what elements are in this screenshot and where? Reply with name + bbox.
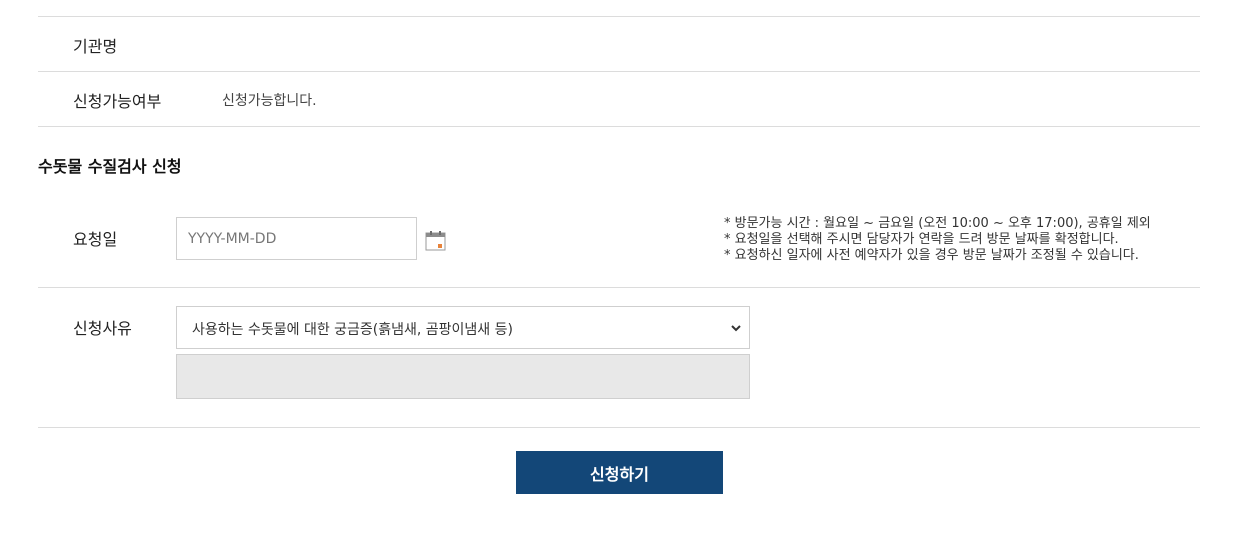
agency-label: 기관명: [73, 37, 118, 56]
section-title: 수돗물 수질검사 신청: [38, 157, 182, 176]
divider-agency: [38, 71, 1200, 72]
availability-value: 신청가능합니다.: [222, 93, 317, 109]
visit-notes: * 방문가능 시간 : 월요일 ~ 금요일 (오전 10:00 ~ 오후 17:…: [724, 216, 1204, 264]
reason-label: 신청사유: [73, 319, 132, 338]
visit-note: * 방문가능 시간 : 월요일 ~ 금요일 (오전 10:00 ~ 오후 17:…: [724, 216, 1151, 231]
request-date-label: 요청일: [73, 230, 118, 249]
reason-selected-value: 사용하는 수돗물에 대한 궁금증(흙냄새, 곰팡이냄새 등): [192, 322, 513, 338]
chevron-down-icon: [731, 325, 741, 332]
availability-label: 신청가능여부: [73, 92, 162, 111]
visit-note: * 요청일을 선택해 주시면 담당자가 연락을 드려 방문 날짜를 확정합니다.: [724, 232, 1119, 247]
visit-note: * 요청하신 일자에 사전 예약자가 있을 경우 방문 날짜가 조정될 수 있습…: [724, 248, 1139, 263]
divider-reason: [38, 427, 1200, 428]
divider-date: [38, 287, 1200, 288]
request-date-input[interactable]: [176, 217, 417, 260]
reason-select[interactable]: 사용하는 수돗물에 대한 궁금증(흙냄새, 곰팡이냄새 등): [176, 306, 750, 349]
calendar-icon[interactable]: [425, 230, 446, 251]
reason-detail-field: [176, 354, 750, 399]
submit-button[interactable]: 신청하기: [516, 451, 723, 494]
divider-top: [38, 16, 1200, 17]
divider-availability: [38, 126, 1200, 127]
